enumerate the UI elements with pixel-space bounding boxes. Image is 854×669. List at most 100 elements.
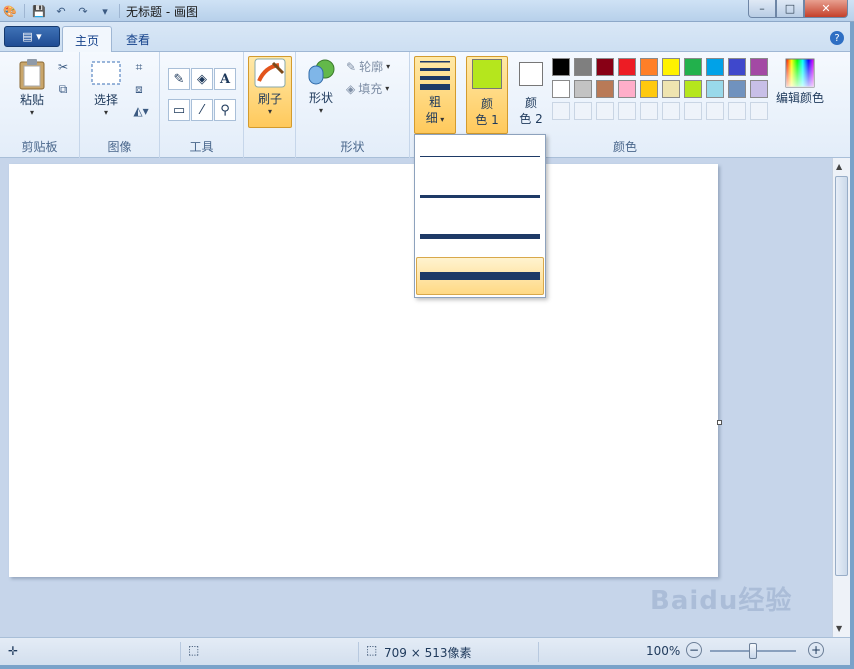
image-group-label: 图像 [107,140,132,154]
palette-empty-slot[interactable] [618,102,636,120]
tab-view[interactable]: 查看 [114,26,162,53]
scroll-up-icon[interactable]: ▲ [836,162,842,171]
size-option-line [420,155,540,157]
clipboard-group-label: 剪贴板 [21,140,58,154]
fill-button[interactable]: ◈ 填充 ▾ [346,80,389,97]
vertical-scrollbar[interactable]: ▲ ▼ [832,158,850,637]
palette-color-swatch[interactable] [750,80,768,98]
palette-empty-slot[interactable] [552,102,570,120]
status-separator [538,642,539,662]
palette-empty-slot[interactable] [662,102,680,120]
qat-separator [119,4,120,18]
palette-color-swatch[interactable] [662,58,680,76]
palette-color-swatch[interactable] [728,80,746,98]
window-title: 无标题 - 画图 [126,5,198,19]
palette-color-swatch[interactable] [640,58,658,76]
palette-color-swatch[interactable] [750,58,768,76]
palette-color-swatch[interactable] [574,58,592,76]
redo-icon[interactable]: ↷ [75,3,91,19]
window-border [850,22,854,669]
palette-color-swatch[interactable] [706,80,724,98]
palette-color-swatch[interactable] [596,80,614,98]
size-option-line [420,194,540,198]
palette-color-swatch[interactable] [574,80,592,98]
menu-icon: ▤ ▾ [22,30,42,43]
palette-color-swatch[interactable] [684,58,702,76]
clipboard-icon [19,59,45,90]
undo-icon[interactable]: ↶ [53,3,69,19]
chevron-down-icon: ▾ [318,106,323,115]
rotate-icon[interactable]: ◭▾ [128,102,154,120]
edit-colors-button[interactable]: 编辑颜色 [772,58,828,106]
image-size-icon: ⬚ [366,643,378,657]
window-border [0,665,854,669]
palette-color-swatch[interactable] [706,58,724,76]
palette-empty-slot[interactable] [684,102,702,120]
outline-label: 轮廓 [359,60,384,74]
text-tool-icon[interactable]: A [214,68,236,90]
shapes-group-label: 形状 [340,140,365,154]
maximize-button[interactable]: □ [776,0,804,18]
chevron-down-icon: ▾ [386,61,391,71]
brush-icon [254,58,286,88]
paste-label: 粘贴 [19,93,44,107]
palette-color-swatch[interactable] [662,80,680,98]
palette-color-swatch[interactable] [640,80,658,98]
fill-bucket-icon[interactable]: ◈ [191,68,213,90]
pencil-icon[interactable]: ✎ [168,68,190,90]
copy-icon[interactable]: ⧉ [54,80,72,98]
zoom-in-button[interactable]: + [808,642,824,658]
eraser-icon[interactable]: ▭ [168,99,190,121]
brushes-button[interactable]: 刷子 ▾ [248,56,292,128]
select-button[interactable]: 选择 ▾ [88,60,124,118]
status-bar: ✛ ⬚ ⬚ 709 × 513像素 100% − + [0,637,850,665]
close-button[interactable]: ✕ [804,0,848,18]
minimize-button[interactable]: – [748,0,776,18]
palette-color-swatch[interactable] [618,80,636,98]
quick-access-toolbar: 🎨 💾 ↶ ↷ ▾ [2,2,120,20]
outline-button[interactable]: ✎ 轮廓 ▾ [346,58,390,75]
save-icon[interactable]: 💾 [31,3,47,19]
canvas-resize-handle-right[interactable] [717,420,722,425]
palette-color-swatch[interactable] [552,58,570,76]
size-option[interactable] [416,177,544,215]
group-tools: ✎ ◈ A ▭ ⁄ ⚲ 工具 [160,52,244,158]
palette-empty-slot[interactable] [728,102,746,120]
paint-app-icon[interactable]: 🎨 [2,3,18,19]
palette-empty-slot[interactable] [640,102,658,120]
paste-button[interactable]: 粘贴 ▾ [12,58,52,118]
help-icon[interactable]: ? [830,31,844,45]
shapes-button[interactable]: 形状 ▾ [304,58,338,116]
paint-menu-button[interactable]: ▤ ▾ [4,26,60,47]
size-option[interactable] [416,217,544,255]
size-option[interactable] [416,257,544,295]
color-picker-icon[interactable]: ⁄ [191,99,213,121]
group-clipboard: 粘贴 ▾ ✂ ⧉ 剪贴板 [0,52,80,158]
tab-home[interactable]: 主页 [62,26,113,53]
drawing-canvas[interactable] [9,164,718,577]
fill-icon: ◈ [346,81,356,96]
palette-color-swatch[interactable] [728,58,746,76]
palette-color-swatch[interactable] [618,58,636,76]
resize-icon[interactable]: ⧈ [130,80,148,98]
palette-empty-slot[interactable] [596,102,614,120]
group-image: 选择 ▾ ⌗ ⧈ ◭▾ 图像 [80,52,160,158]
title-bar: 🎨 💾 ↶ ↷ ▾ 无标题 - 画图 – □ ✕ [0,0,854,22]
palette-color-swatch[interactable] [596,58,614,76]
magnifier-icon[interactable]: ⚲ [214,99,236,121]
palette-empty-slot[interactable] [574,102,592,120]
palette-empty-slot[interactable] [750,102,768,120]
chevron-down-icon: ▾ [29,108,34,117]
customize-qat-icon[interactable]: ▾ [97,3,113,19]
palette-color-swatch[interactable] [552,80,570,98]
status-separator [180,642,181,662]
scrollbar-thumb[interactable] [835,176,848,576]
size-option[interactable] [416,137,544,175]
palette-empty-slot[interactable] [706,102,724,120]
zoom-slider-thumb[interactable] [749,643,757,659]
scroll-down-icon[interactable]: ▼ [836,624,842,633]
cut-icon[interactable]: ✂ [54,58,72,76]
crop-icon[interactable]: ⌗ [130,58,148,76]
zoom-out-button[interactable]: − [686,642,702,658]
palette-color-swatch[interactable] [684,80,702,98]
